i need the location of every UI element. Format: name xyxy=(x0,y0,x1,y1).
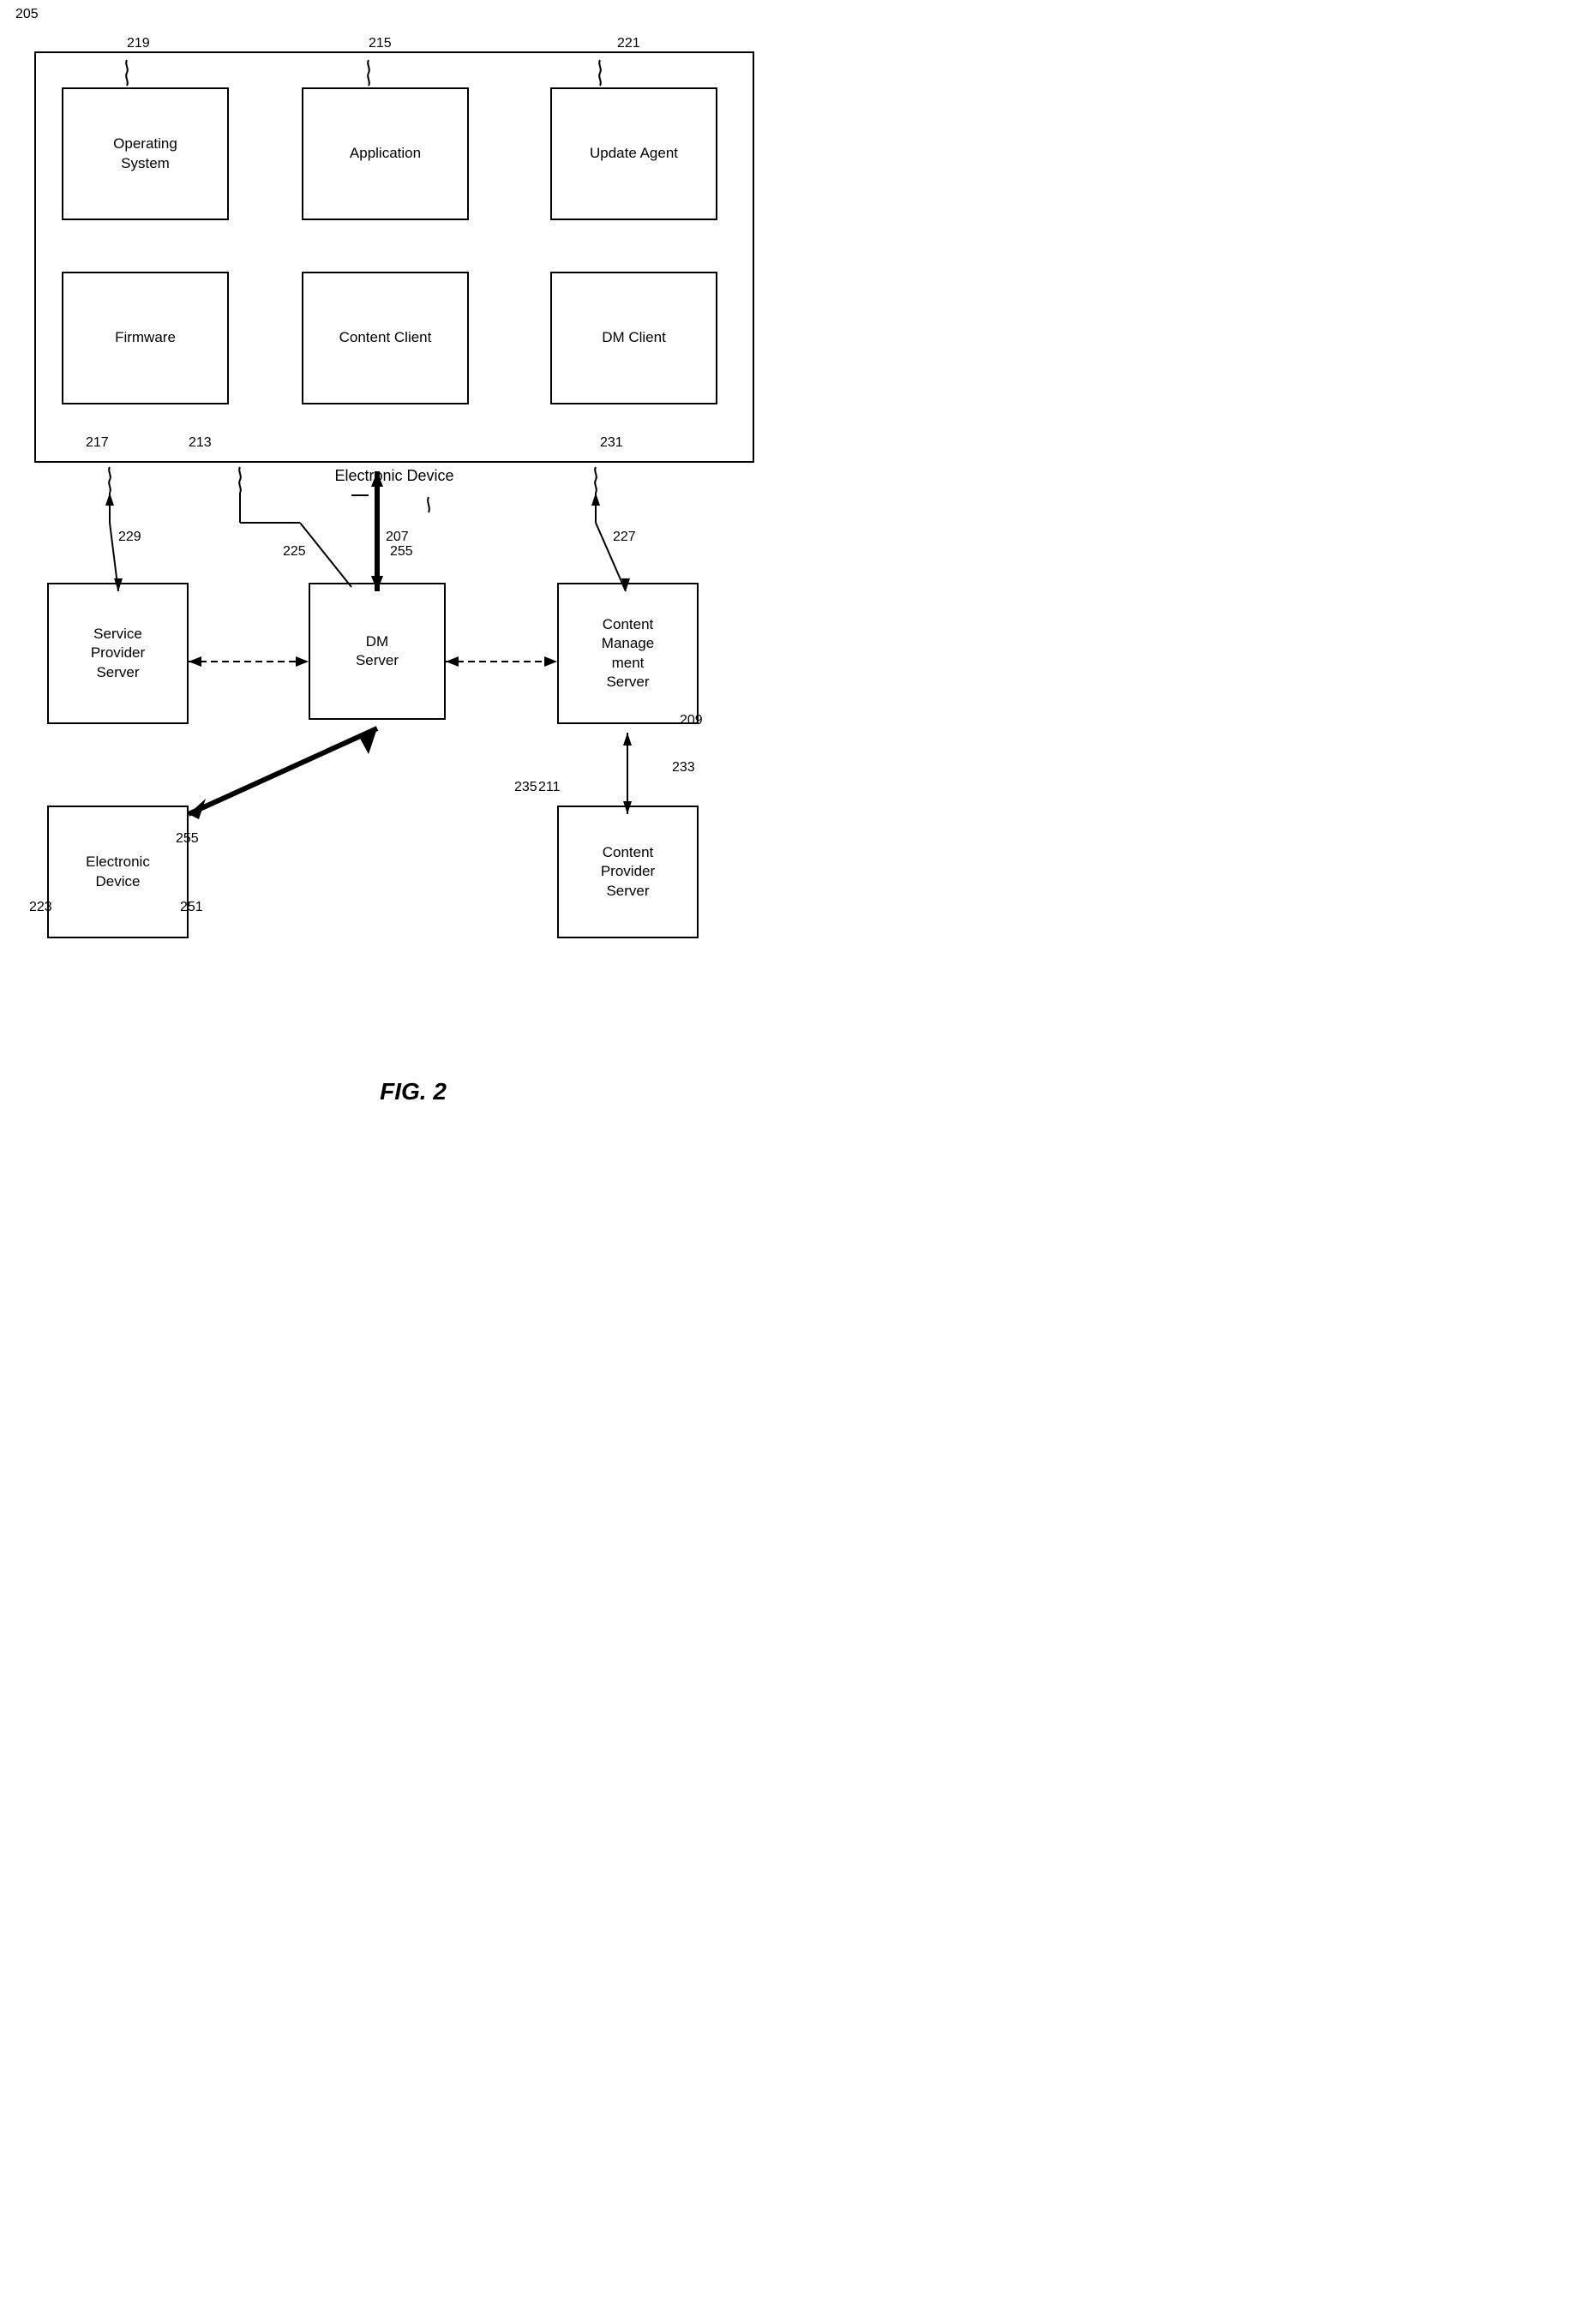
ref-205: 205 xyxy=(15,7,39,22)
ref-235: 235 xyxy=(514,780,537,795)
content-provider-server-box: Content Provider Server xyxy=(557,806,699,938)
ref-255b: 255 xyxy=(176,831,199,847)
ref-213: 213 xyxy=(189,435,212,451)
ref-251: 251 xyxy=(180,900,203,915)
ref-207: 207 xyxy=(386,530,409,545)
electronic-device-label: Electronic Device xyxy=(334,467,453,485)
ref-215: 215 xyxy=(369,36,392,51)
ref-219: 219 xyxy=(127,36,150,51)
figure-label: FIG. 2 xyxy=(17,1078,809,1105)
ref-223: 223 xyxy=(29,900,52,915)
ref-255a: 255 xyxy=(390,544,413,560)
ref-221: 221 xyxy=(617,36,640,51)
ref-217: 217 xyxy=(86,435,109,451)
ref-225: 225 xyxy=(283,544,306,560)
operating-system-box: Operating System xyxy=(62,87,229,220)
ref-231: 231 xyxy=(600,435,623,451)
ref-233: 233 xyxy=(672,760,695,776)
update-agent-box: Update Agent xyxy=(550,87,717,220)
electronic-device-outer-box: Operating System Application Update Agen… xyxy=(34,51,754,463)
ref-227: 227 xyxy=(613,530,636,545)
ref-209: 209 xyxy=(680,713,703,728)
firmware-box: Firmware xyxy=(62,272,229,404)
electronic-device2-box: Electronic Device xyxy=(47,806,189,938)
ref-211: 211 xyxy=(538,780,561,795)
ref-229: 229 xyxy=(118,530,141,545)
service-provider-server-box: Service Provider Server xyxy=(47,583,189,724)
content-client-box: Content Client xyxy=(302,272,469,404)
content-management-server-box: Content Manage ment Server xyxy=(557,583,699,724)
dm-client-box: DM Client xyxy=(550,272,717,404)
dm-server-box: DM Server xyxy=(309,583,446,720)
diagram-container: 205 Operating System Application Update … xyxy=(0,0,792,1114)
application-box: Application xyxy=(302,87,469,220)
